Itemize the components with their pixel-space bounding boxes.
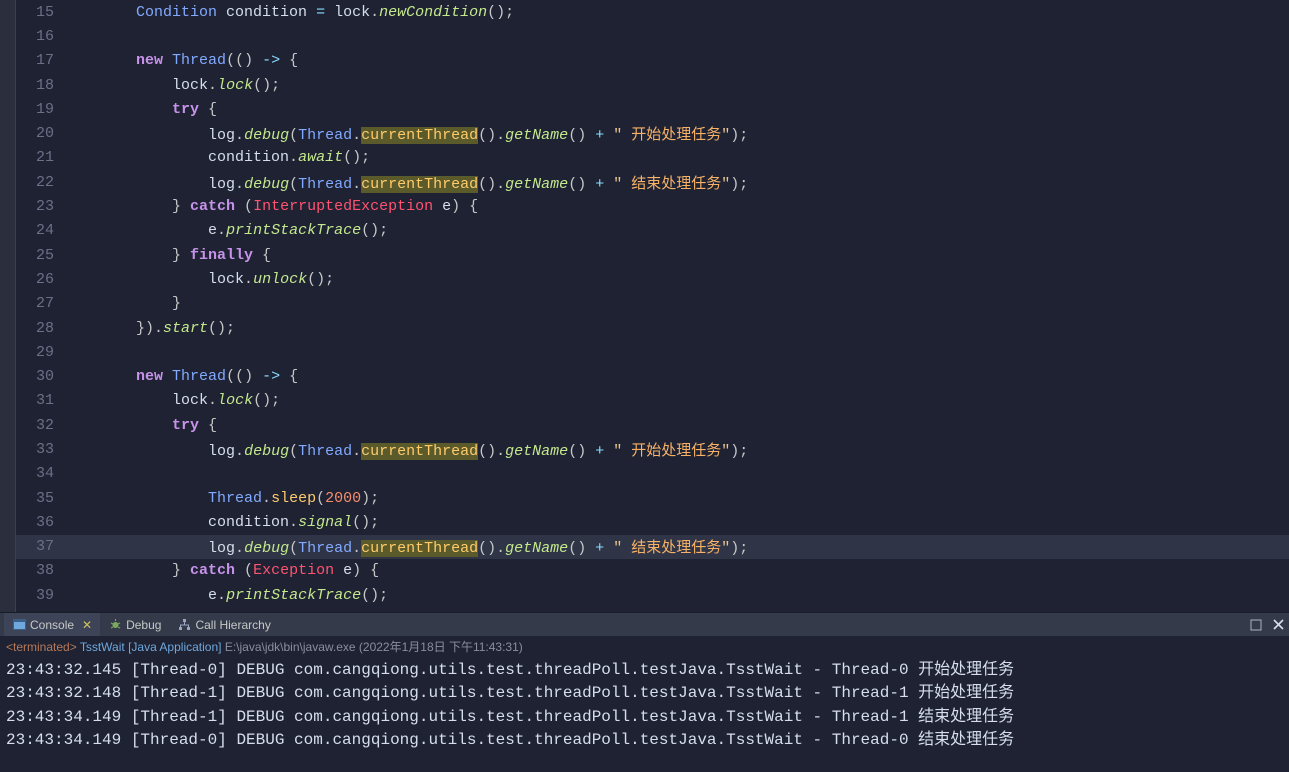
console-line: 23:43:34.149 [Thread-1] DEBUG com.cangqi… xyxy=(6,706,1283,729)
code-text: log.debug(Thread.currentThread().getName… xyxy=(64,123,1289,144)
code-line[interactable]: 26 lock.unlock(); xyxy=(16,267,1289,291)
tab-debug-label: Debug xyxy=(126,618,161,632)
code-line[interactable]: 25 } finally { xyxy=(16,243,1289,267)
console-output[interactable]: 23:43:32.145 [Thread-0] DEBUG com.cangqi… xyxy=(0,657,1289,772)
line-number: 21 xyxy=(16,149,64,166)
line-number: 18 xyxy=(16,77,64,94)
close-panel-icon[interactable] xyxy=(1269,616,1287,634)
line-number: 35 xyxy=(16,490,64,507)
line-number: 17 xyxy=(16,52,64,69)
panel-tabbar: Console ✕ Debug Call Hierarchy xyxy=(0,612,1289,636)
code-line[interactable]: 17 new Thread(() -> { xyxy=(16,49,1289,73)
code-text: } xyxy=(64,295,1289,312)
code-line[interactable]: 31 lock.lock(); xyxy=(16,389,1289,413)
code-line[interactable]: 37 log.debug(Thread.currentThread().getN… xyxy=(16,535,1289,559)
code-line[interactable]: 36 condition.signal(); xyxy=(16,510,1289,534)
code-text: e.printStackTrace(); xyxy=(64,222,1289,239)
code-line[interactable]: 24 e.printStackTrace(); xyxy=(16,219,1289,243)
code-text: } finally { xyxy=(64,247,1289,264)
line-number: 33 xyxy=(16,441,64,458)
code-text: condition.await(); xyxy=(64,149,1289,166)
line-number: 36 xyxy=(16,514,64,531)
code-line[interactable]: 20 log.debug(Thread.currentThread().getN… xyxy=(16,121,1289,145)
code-text: condition.signal(); xyxy=(64,514,1289,531)
line-number: 15 xyxy=(16,4,64,21)
line-number: 38 xyxy=(16,562,64,579)
tab-call-hierarchy[interactable]: Call Hierarchy xyxy=(169,613,278,636)
code-line[interactable]: 23 } catch (InterruptedException e) { xyxy=(16,194,1289,218)
code-line[interactable]: 29 xyxy=(16,340,1289,364)
code-line[interactable]: 28 }).start(); xyxy=(16,316,1289,340)
console-icon xyxy=(12,618,26,632)
code-text: try { xyxy=(64,417,1289,434)
code-line[interactable]: 32 try { xyxy=(16,413,1289,437)
line-number: 23 xyxy=(16,198,64,215)
code-text: lock.lock(); xyxy=(64,77,1289,94)
terminated-tag: <terminated> xyxy=(6,640,77,654)
code-text: e.printStackTrace(); xyxy=(64,587,1289,604)
code-text: Condition condition = lock.newCondition(… xyxy=(64,4,1289,21)
line-number: 34 xyxy=(16,465,64,482)
tab-callhier-label: Call Hierarchy xyxy=(195,618,270,632)
line-number: 31 xyxy=(16,392,64,409)
line-number: 37 xyxy=(16,538,64,555)
line-number: 16 xyxy=(16,28,64,45)
code-editor[interactable]: 15 Condition condition = lock.newConditi… xyxy=(0,0,1289,612)
line-number: 19 xyxy=(16,101,64,118)
line-number: 26 xyxy=(16,271,64,288)
minimize-panel-icon[interactable] xyxy=(1247,616,1265,634)
code-line[interactable]: 38 } catch (Exception e) { xyxy=(16,559,1289,583)
code-line[interactable]: 33 log.debug(Thread.currentThread().getN… xyxy=(16,437,1289,461)
line-number: 39 xyxy=(16,587,64,604)
code-line[interactable]: 19 try { xyxy=(16,97,1289,121)
close-tab-icon[interactable]: ✕ xyxy=(82,618,92,632)
code-text: new Thread(() -> { xyxy=(64,368,1289,385)
code-line[interactable]: 18 lock.lock(); xyxy=(16,73,1289,97)
code-line[interactable]: 30 new Thread(() -> { xyxy=(16,364,1289,388)
tab-debug[interactable]: Debug xyxy=(100,613,169,636)
tab-console[interactable]: Console ✕ xyxy=(4,613,100,636)
bug-icon xyxy=(108,618,122,632)
code-line[interactable]: 21 condition.await(); xyxy=(16,146,1289,170)
console-line: 23:43:34.149 [Thread-0] DEBUG com.cangqi… xyxy=(6,729,1283,752)
code-text: try { xyxy=(64,101,1289,118)
line-number: 25 xyxy=(16,247,64,264)
code-text: new Thread(() -> { xyxy=(64,52,1289,69)
code-line[interactable]: 39 e.printStackTrace(); xyxy=(16,583,1289,607)
code-line[interactable]: 27 } xyxy=(16,292,1289,316)
code-text: Thread.sleep(2000); xyxy=(64,490,1289,507)
code-line[interactable]: 34 xyxy=(16,462,1289,486)
line-number: 28 xyxy=(16,320,64,337)
code-text: } catch (InterruptedException e) { xyxy=(64,198,1289,215)
line-number: 27 xyxy=(16,295,64,312)
code-text: lock.unlock(); xyxy=(64,271,1289,288)
editor-left-strip xyxy=(0,0,16,612)
terminated-app: TsstWait [Java Application] xyxy=(80,640,222,654)
line-number: 32 xyxy=(16,417,64,434)
terminated-path: E:\java\jdk\bin\javaw.exe xyxy=(225,640,356,654)
code-text: }).start(); xyxy=(64,320,1289,337)
line-number: 24 xyxy=(16,222,64,239)
console-process-status: <terminated> TsstWait [Java Application]… xyxy=(0,636,1289,657)
terminated-timestamp: (2022年1月18日 下午11:43:31) xyxy=(359,640,523,654)
code-line[interactable]: 35 Thread.sleep(2000); xyxy=(16,486,1289,510)
line-number: 20 xyxy=(16,125,64,142)
code-line[interactable]: 16 xyxy=(16,24,1289,48)
code-line[interactable]: 22 log.debug(Thread.currentThread().getN… xyxy=(16,170,1289,194)
code-text: log.debug(Thread.currentThread().getName… xyxy=(64,172,1289,193)
line-number: 29 xyxy=(16,344,64,361)
line-number: 30 xyxy=(16,368,64,385)
code-text: log.debug(Thread.currentThread().getName… xyxy=(64,536,1289,557)
console-line: 23:43:32.145 [Thread-0] DEBUG com.cangqi… xyxy=(6,659,1283,682)
console-line: 23:43:32.148 [Thread-1] DEBUG com.cangqi… xyxy=(6,682,1283,705)
code-text: } catch (Exception e) { xyxy=(64,562,1289,579)
code-line[interactable]: 15 Condition condition = lock.newConditi… xyxy=(16,0,1289,24)
code-text: lock.lock(); xyxy=(64,392,1289,409)
line-number: 22 xyxy=(16,174,64,191)
hierarchy-icon xyxy=(177,618,191,632)
tab-console-label: Console xyxy=(30,618,74,632)
code-text: log.debug(Thread.currentThread().getName… xyxy=(64,439,1289,460)
